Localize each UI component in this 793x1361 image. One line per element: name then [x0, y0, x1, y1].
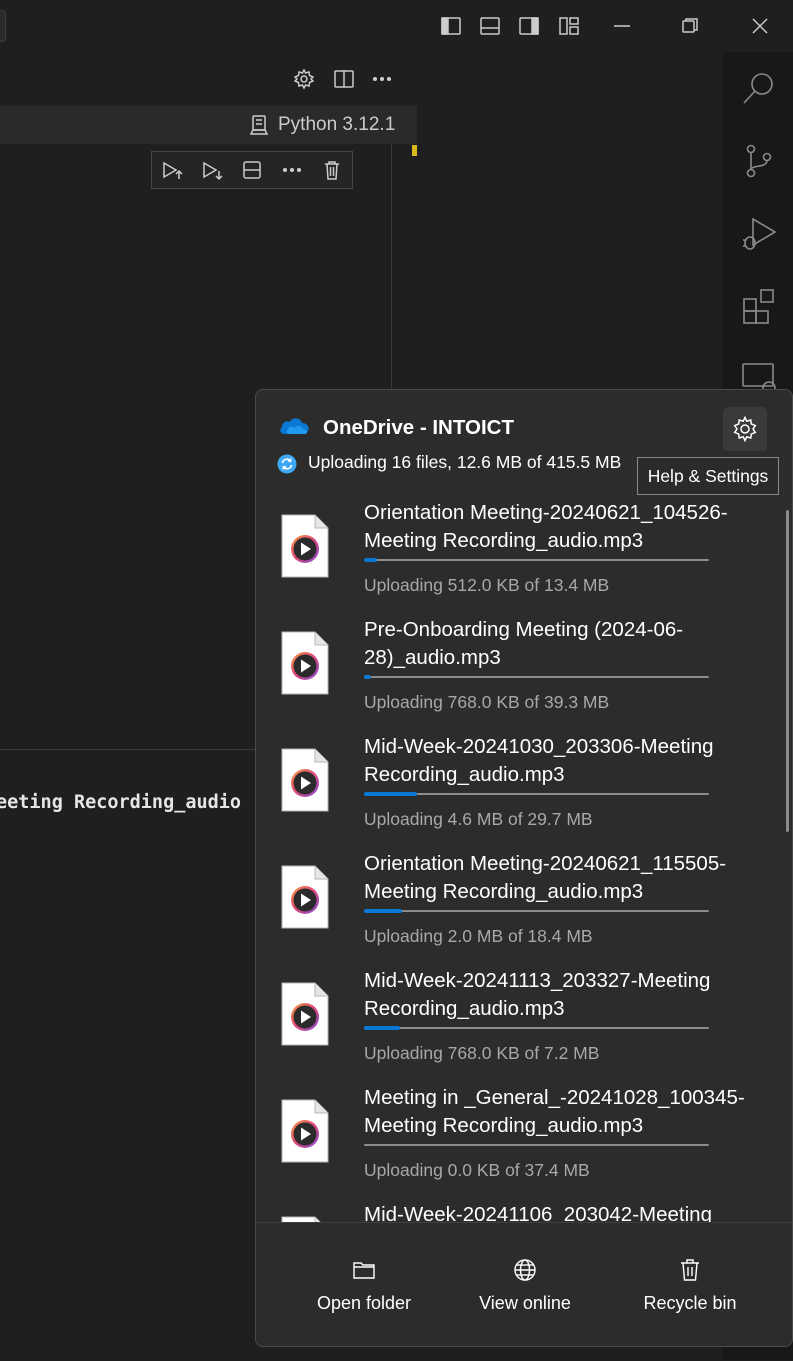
upload-status: Uploading 16 files, 12.6 MB of 415.5 MB [308, 452, 622, 472]
settings-gear-icon[interactable] [291, 66, 317, 92]
upload-progress-fill [364, 909, 402, 913]
audio-file-icon [281, 1099, 329, 1163]
file-name: Meeting in _General_-20241028_100345-Mee… [364, 1086, 745, 1137]
upload-list-scrollbar[interactable] [786, 510, 789, 832]
upload-progress-bar [364, 558, 709, 562]
upload-list[interactable]: Orientation Meeting-20240621_104526-Meet… [256, 490, 792, 1222]
file-upload-status: Uploading 768.0 KB of 39.3 MB [364, 692, 610, 712]
file-name: Orientation Meeting-20240621_115505-Meet… [364, 852, 727, 903]
customize-layout-icon[interactable] [557, 14, 581, 38]
open-folder-label: Open folder [316, 1292, 412, 1313]
audio-file-icon [281, 865, 329, 929]
open-folder-button[interactable]: Open folder [314, 1223, 414, 1346]
file-name: Orientation Meeting-20240621_104526-Meet… [364, 501, 728, 552]
cell-toolbar [151, 151, 353, 189]
upload-item[interactable]: Meeting in _General_-20241028_100345-Mee… [256, 1075, 792, 1192]
upload-item[interactable]: Mid-Week-20241113_203327-Meeting Recordi… [256, 958, 792, 1075]
kernel-icon [249, 115, 269, 135]
run-and-debug-icon[interactable] [737, 211, 781, 255]
file-upload-status: Uploading 512.0 KB of 13.4 MB [364, 575, 610, 595]
sync-icon [277, 454, 297, 474]
output-line: eeting Recording_audio [0, 792, 242, 813]
audio-file-icon [281, 982, 329, 1046]
toggle-panel-icon[interactable] [478, 14, 502, 38]
upload-item[interactable]: Mid-Week-20241030_203306-Meeting Recordi… [256, 724, 792, 841]
upload-progress-fill [364, 558, 377, 562]
settings-tooltip: Help & Settings [637, 457, 779, 495]
split-cell-icon[interactable] [237, 155, 267, 185]
close-icon[interactable] [748, 14, 772, 38]
file-name: Mid-Week-20241106_203042-Meeting [364, 1203, 712, 1222]
recycle-bin-button[interactable]: Recycle bin [640, 1223, 740, 1346]
cell-more-icon[interactable] [277, 155, 307, 185]
upload-progress-fill [364, 675, 371, 679]
audio-file-icon [281, 748, 329, 812]
audio-file-icon [281, 631, 329, 695]
gear-icon [733, 415, 757, 443]
upload-progress-bar [364, 909, 709, 913]
toggle-primary-sidebar-icon[interactable] [439, 14, 463, 38]
upload-progress-bar [364, 1144, 709, 1146]
delete-cell-icon[interactable] [317, 155, 347, 185]
trash-icon [681, 1258, 699, 1281]
folder-icon [353, 1261, 375, 1279]
toggle-secondary-sidebar-icon[interactable] [517, 14, 541, 38]
onedrive-flyout: OneDrive - INTOICT Uploading 16 files, 1… [255, 389, 793, 1347]
split-editor-icon[interactable] [331, 66, 357, 92]
onedrive-title: OneDrive - INTOICT [323, 416, 514, 439]
more-actions-icon[interactable] [369, 66, 395, 92]
upload-progress-bar [364, 1026, 709, 1030]
source-control-icon[interactable] [737, 139, 781, 183]
recycle-bin-label: Recycle bin [643, 1292, 737, 1313]
file-name: Pre-Onboarding Meeting (2024-06-28)_audi… [364, 618, 684, 669]
upload-item[interactable]: Mid-Week-20241106_203042-Meeting [256, 1192, 792, 1222]
file-upload-status: Uploading 4.6 MB of 29.7 MB [364, 809, 593, 829]
restore-icon[interactable] [678, 14, 702, 38]
view-online-label: View online [479, 1292, 571, 1313]
audio-file-icon [281, 514, 329, 578]
minimize-icon[interactable] [610, 14, 634, 38]
onedrive-cloud-icon [280, 418, 309, 434]
command-center-edge[interactable] [0, 10, 6, 42]
upload-item[interactable]: Orientation Meeting-20240621_115505-Meet… [256, 841, 792, 958]
kernel-label: Python 3.12.1 [278, 114, 396, 135]
upload-progress-bar [364, 675, 709, 679]
onedrive-footer: Open folder View online Recycle bin [256, 1222, 792, 1346]
upload-progress-bar [364, 792, 709, 796]
globe-icon [514, 1258, 536, 1281]
kernel-picker[interactable]: Python 3.12.1 [248, 106, 395, 144]
upload-progress-fill [364, 792, 418, 796]
file-name: Mid-Week-20241030_203306-Meeting Recordi… [364, 735, 714, 786]
view-online-button[interactable]: View online [474, 1223, 576, 1346]
execute-above-icon[interactable] [157, 155, 187, 185]
upload-item[interactable]: Pre-Onboarding Meeting (2024-06-28)_audi… [256, 607, 792, 724]
extensions-icon[interactable] [737, 284, 781, 328]
search-icon[interactable] [737, 66, 781, 110]
title-bar [0, 0, 793, 52]
file-name: Mid-Week-20241113_203327-Meeting Recordi… [364, 969, 711, 1020]
upload-item[interactable]: Orientation Meeting-20240621_104526-Meet… [256, 490, 792, 607]
help-settings-button[interactable] [723, 407, 767, 451]
file-upload-status: Uploading 768.0 KB of 7.2 MB [364, 1043, 600, 1063]
file-upload-status: Uploading 0.0 KB of 37.4 MB [364, 1160, 590, 1180]
execute-below-icon[interactable] [197, 155, 227, 185]
file-upload-status: Uploading 2.0 MB of 18.4 MB [364, 926, 593, 946]
upload-progress-fill [364, 1026, 400, 1030]
